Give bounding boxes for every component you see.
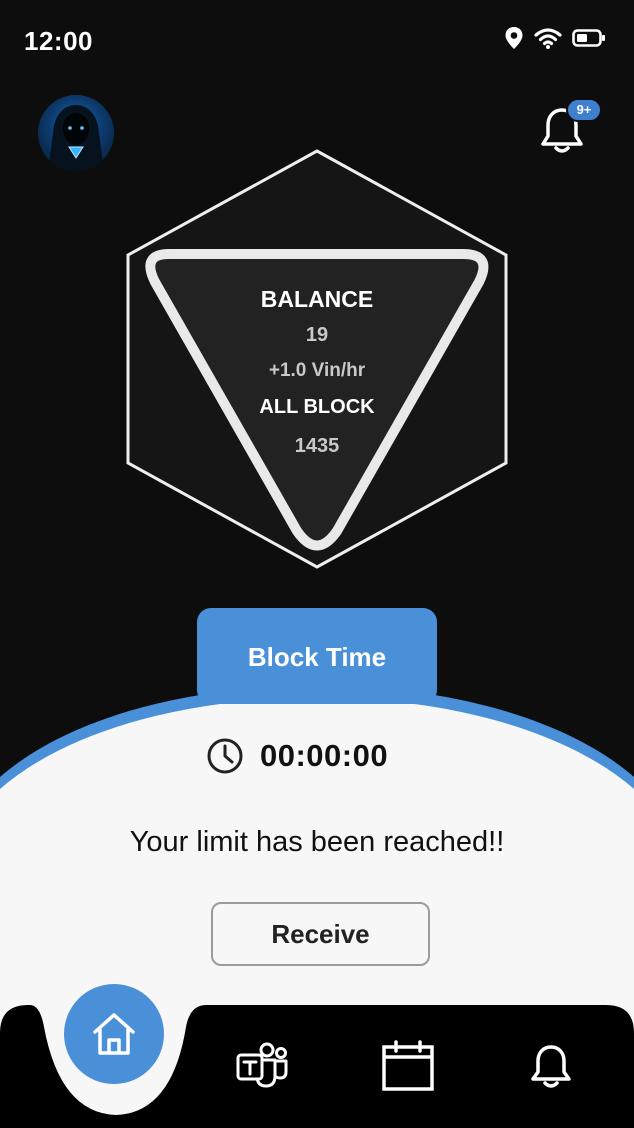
balance-hexagon: [126, 149, 508, 569]
mining-rate: +1.0 Vin/hr: [268, 360, 366, 381]
receive-button[interactable]: Receive: [211, 902, 430, 966]
wifi-icon: [534, 28, 562, 49]
hooded-figure-avatar: [48, 105, 104, 171]
clock-icon: [207, 738, 243, 774]
balance-value: 19: [305, 324, 329, 346]
nav-notifications-button[interactable]: [521, 1036, 581, 1096]
bell-icon: [531, 1045, 571, 1088]
balance-label: BALANCE: [260, 286, 374, 312]
nav-calendar-button[interactable]: [378, 1036, 438, 1096]
status-time: 12:00: [24, 26, 93, 56]
home-icon: [93, 1013, 135, 1055]
timer: 00:00:00: [206, 736, 388, 776]
nav-teams-button[interactable]: [232, 1036, 292, 1096]
avatar[interactable]: [38, 95, 114, 171]
status-icons: [504, 26, 606, 50]
location-icon: [505, 27, 523, 49]
all-block-label: ALL BLOCK: [259, 396, 375, 418]
battery-icon: [572, 29, 605, 47]
teams-icon: [236, 1042, 288, 1088]
timer-value: 00:00:00: [260, 738, 389, 773]
block-time-button[interactable]: Block Time: [197, 608, 437, 704]
status-bar: 12:00: [0, 0, 634, 84]
notification-badge: 9+: [566, 98, 602, 122]
nav-home-button[interactable]: [64, 984, 164, 1084]
limit-message: Your limit has been reached!!: [129, 826, 505, 858]
calendar-icon: [382, 1040, 434, 1091]
all-block-value: 1435: [294, 435, 340, 457]
